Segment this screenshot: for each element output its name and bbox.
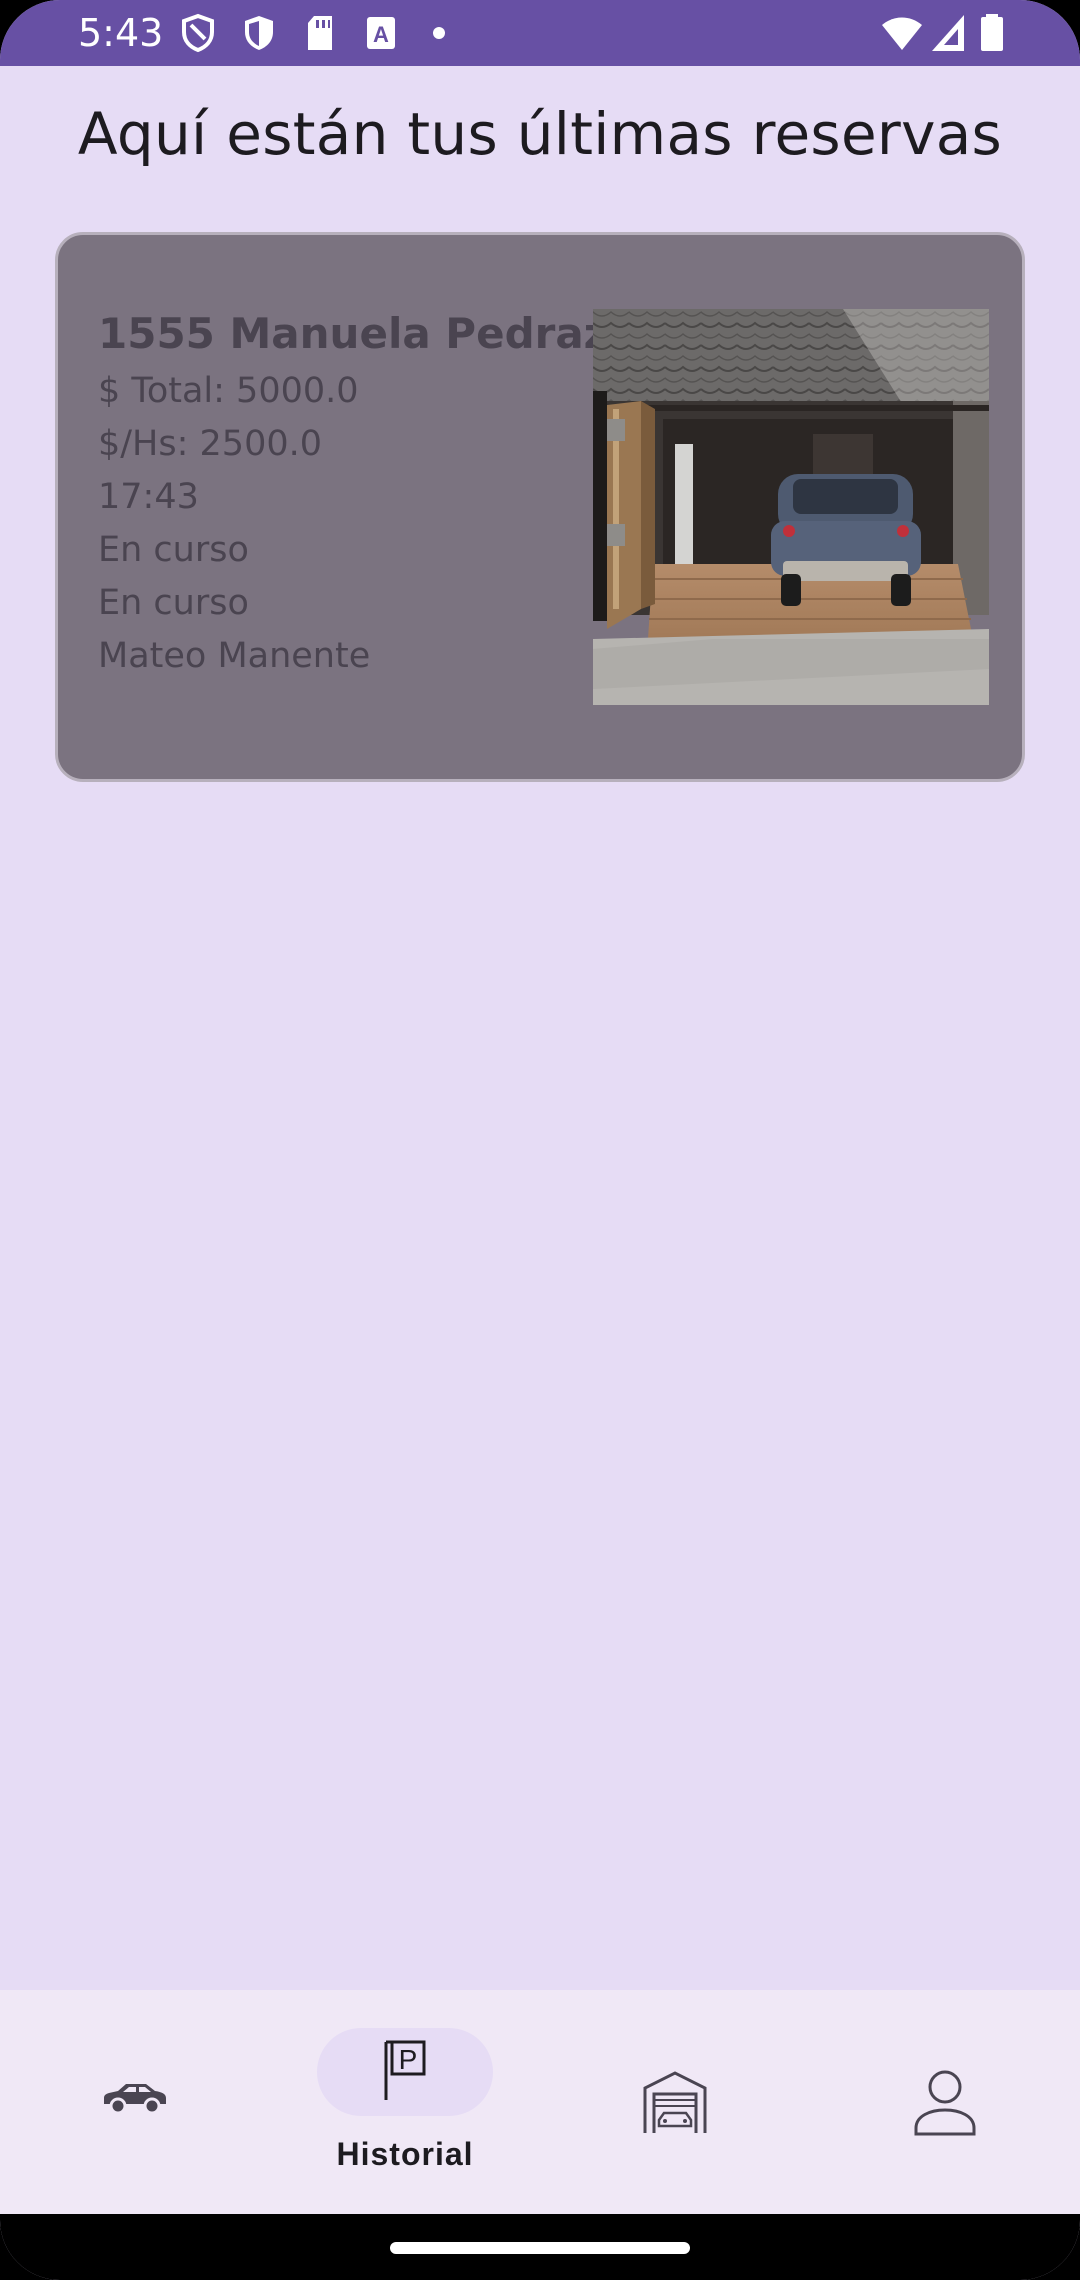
screen: 5:43 A Aquí están tus últimas reservas 1… — [0, 0, 1080, 2280]
reservation-status: En curso — [98, 530, 249, 570]
status-time: 5:43 — [78, 11, 164, 55]
reservation-extra: Ashak — [98, 683, 638, 691]
shield-outline-icon — [182, 13, 214, 53]
nav-item-garage[interactable] — [540, 1990, 810, 2214]
reservation-time: 17:43 — [98, 477, 199, 517]
wifi-icon — [882, 17, 922, 50]
garage-icon — [643, 2071, 707, 2133]
reservation-card[interactable]: 1555 Manuela Pedraza $ Total: 5000.0 $/H… — [55, 232, 1025, 782]
parking-sign-icon: P — [384, 2040, 426, 2100]
reservation-status-2: En curso — [98, 583, 249, 623]
reservation-rate: $/Hs: 2500.0 — [98, 424, 322, 464]
page-title: Aquí están tus últimas reservas — [77, 100, 1003, 168]
sd-card-icon — [308, 16, 332, 50]
signal-icon — [932, 15, 964, 51]
a-badge-icon: A — [367, 17, 395, 49]
nav-item-historial[interactable]: P Historial — [270, 1990, 540, 2214]
battery-icon — [981, 14, 1003, 51]
svg-text:P: P — [399, 2044, 418, 2075]
reservation-owner: Mateo Manente — [98, 636, 371, 676]
shield-solid-icon — [245, 16, 273, 50]
reservation-details: 1555 Manuela Pedraza $ Total: 5000.0 $/H… — [98, 303, 638, 691]
dot-icon — [433, 27, 445, 39]
car-icon — [104, 2084, 166, 2115]
person-icon — [914, 2070, 976, 2136]
bottom-nav: P Historial — [0, 1990, 1080, 2214]
garage-car-photo — [593, 309, 989, 705]
svg-text:A: A — [373, 22, 389, 47]
nav-item-car[interactable] — [0, 1990, 270, 2214]
status-bar: 5:43 A — [0, 0, 1080, 66]
home-indicator[interactable] — [390, 2242, 690, 2254]
nav-label-historial: Historial — [336, 2136, 474, 2172]
reservation-total: $ Total: 5000.0 — [98, 371, 359, 411]
reservation-name: 1555 Manuela Pedraza — [98, 309, 637, 358]
nav-item-profile[interactable] — [810, 1990, 1080, 2214]
